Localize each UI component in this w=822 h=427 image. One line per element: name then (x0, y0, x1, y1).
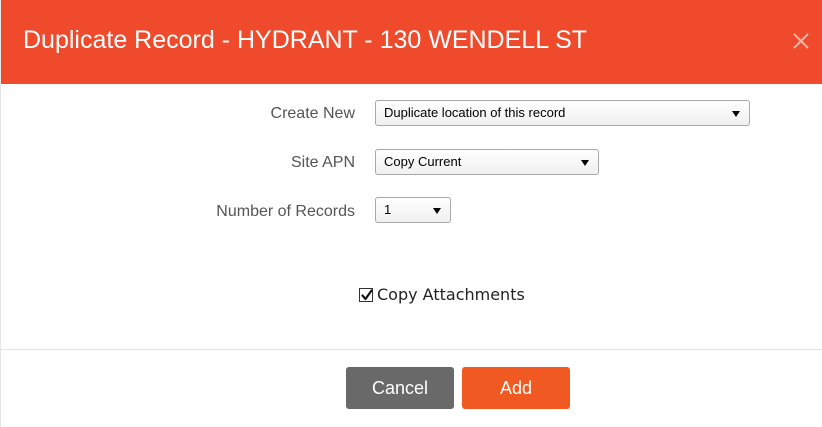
footer-divider (1, 349, 822, 350)
chevron-down-icon (433, 208, 441, 214)
dialog-header: Duplicate Record - HYDRANT - 130 WENDELL… (1, 0, 822, 84)
close-button[interactable] (789, 26, 813, 54)
number-of-records-value: 1 (384, 202, 392, 217)
site-apn-label: Site APN (290, 154, 355, 171)
cancel-button[interactable]: Cancel (346, 367, 454, 409)
chevron-down-icon (581, 160, 589, 166)
duplicate-record-dialog: Duplicate Record - HYDRANT - 130 WENDELL… (0, 0, 822, 427)
site-apn-value: Copy Current (384, 154, 462, 169)
copy-attachments-label: Copy Attachments (377, 285, 525, 304)
add-button[interactable]: Add (462, 367, 570, 409)
number-of-records-select[interactable]: 1 (375, 197, 451, 223)
checkmark-icon (361, 289, 373, 301)
close-icon (789, 26, 813, 54)
chevron-down-icon (732, 111, 740, 117)
create-new-label: Create New (270, 105, 355, 122)
create-new-select[interactable]: Duplicate location of this record (375, 100, 750, 126)
create-new-value: Duplicate location of this record (384, 105, 566, 120)
copy-attachments-row: Copy Attachments (359, 284, 525, 306)
number-of-records-label: Number of Records (216, 203, 355, 220)
dialog-title: Duplicate Record - HYDRANT - 130 WENDELL… (23, 26, 588, 54)
copy-attachments-checkbox[interactable] (359, 288, 373, 302)
site-apn-select[interactable]: Copy Current (375, 149, 599, 175)
